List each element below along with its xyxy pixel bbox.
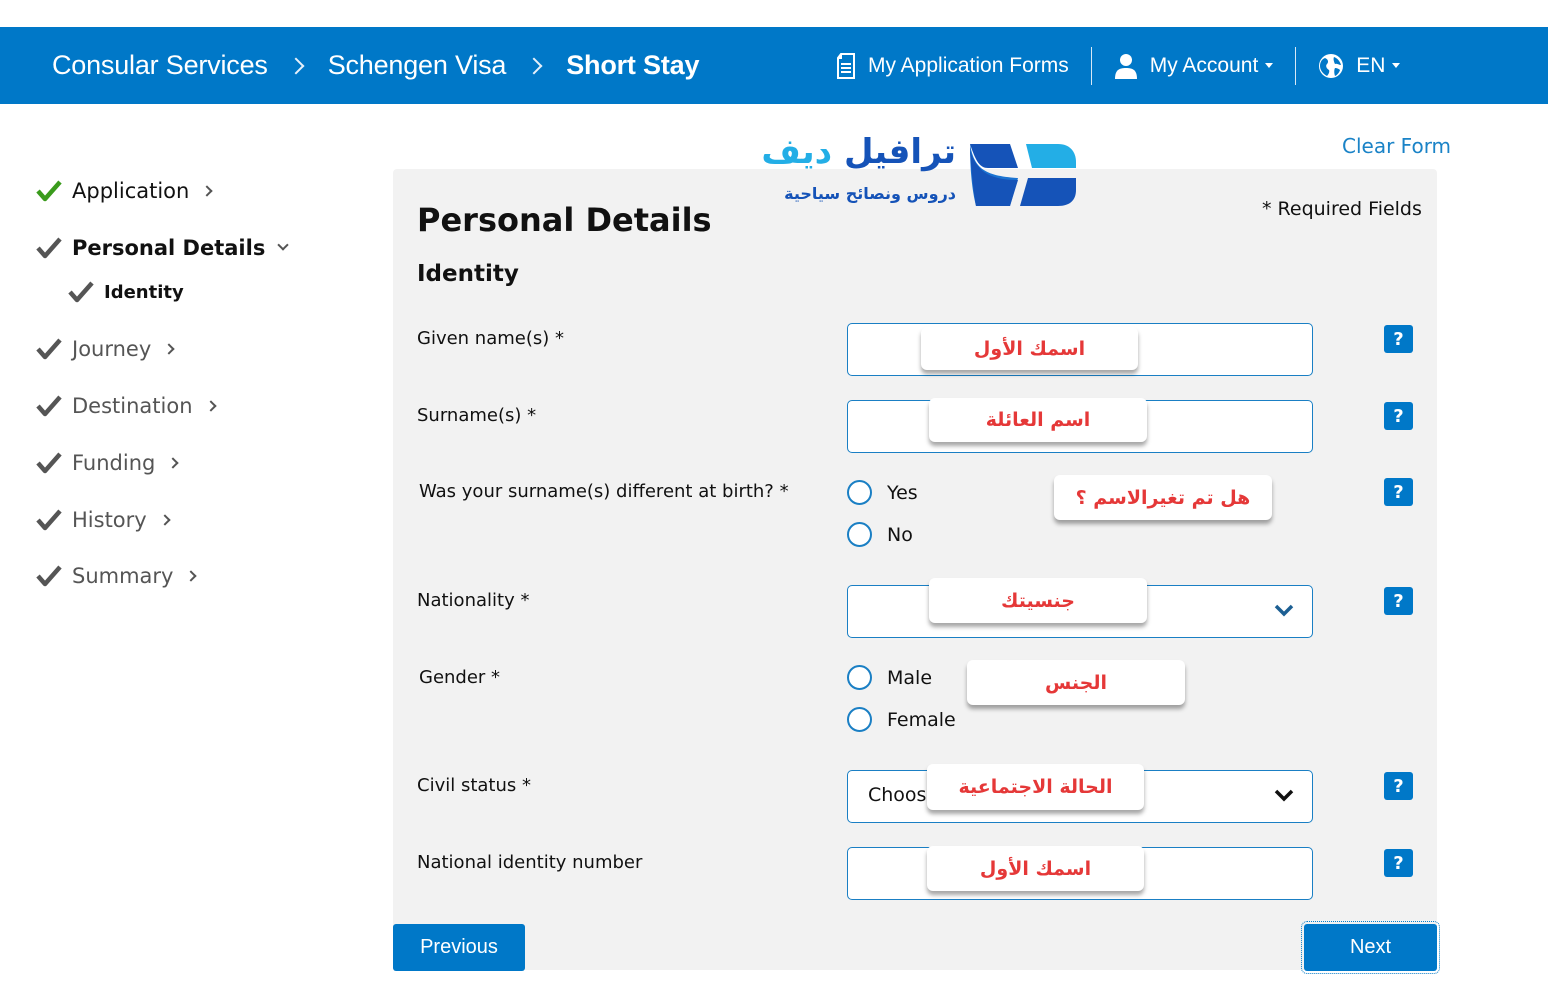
header-nav: My Application Forms My Account EN xyxy=(836,27,1401,104)
chevron-right-icon xyxy=(204,400,217,412)
logo-title: ترافيل ديف xyxy=(761,132,956,172)
sidebar-item-label: Funding xyxy=(72,451,156,475)
my-application-forms-link[interactable]: My Application Forms xyxy=(836,52,1069,79)
chevron-right-icon xyxy=(163,343,175,355)
breadcrumb: Consular Services Schengen Visa Short St… xyxy=(52,27,699,104)
breadcrumb-schengen-visa[interactable]: Schengen Visa xyxy=(328,50,507,81)
sidebar-item-summary[interactable]: Summary xyxy=(36,563,198,589)
sidebar-item-label: Journey xyxy=(72,337,152,361)
surname-at-birth-label: Was your surname(s) different at birth? … xyxy=(419,481,789,502)
sidebar-item-journey[interactable]: Journey xyxy=(36,336,175,362)
gender-label: Gender * xyxy=(419,667,501,688)
given-name-label: Given name(s) * xyxy=(417,328,564,349)
sidebar-item-funding[interactable]: Funding xyxy=(36,450,180,476)
gender-annotation: الجنس xyxy=(967,660,1185,705)
language-selector[interactable]: EN xyxy=(1318,53,1401,79)
breadcrumb-short-stay: Short Stay xyxy=(566,50,700,80)
logo-subtitle: دروس ونصائح سياحية xyxy=(784,184,956,203)
civil-status-label: Civil status * xyxy=(417,775,531,796)
page-title: Personal Details xyxy=(417,201,712,239)
chevron-down-icon xyxy=(277,239,289,251)
globe-icon xyxy=(1318,53,1344,79)
civil-status-annotation: الحالة الاجتماعية xyxy=(927,764,1144,810)
nav-divider xyxy=(1090,46,1092,85)
breadcrumb-separator-icon xyxy=(287,57,305,74)
logo-mark-icon xyxy=(966,140,1078,214)
chevron-down-icon xyxy=(1273,602,1295,622)
nationality-help-button[interactable]: ? xyxy=(1384,587,1413,615)
check-icon xyxy=(36,450,62,476)
travel-dev-logo: ترافيل ديف دروس ونصائح سياحية xyxy=(761,132,1078,214)
national-id-help-button[interactable]: ? xyxy=(1384,849,1413,877)
nationality-annotation: جنسيتك xyxy=(929,578,1147,623)
radio-label: Yes xyxy=(887,481,918,504)
document-icon xyxy=(836,52,856,79)
sidebar-item-destination[interactable]: Destination xyxy=(36,393,217,419)
check-icon xyxy=(36,563,62,589)
civil-status-help-button[interactable]: ? xyxy=(1384,772,1413,800)
sidebar-item-label: History xyxy=(72,508,147,532)
radio-label: No xyxy=(887,523,913,546)
sidebar-item-label: Destination xyxy=(72,394,193,418)
sidebar-item-application[interactable]: Application xyxy=(36,178,214,204)
my-account-menu[interactable]: My Account xyxy=(1114,53,1274,79)
sidebar-subitem-label: Identity xyxy=(104,281,184,303)
national-id-label: National identity number xyxy=(417,852,643,873)
chevron-right-icon xyxy=(201,185,214,197)
check-icon xyxy=(36,393,62,419)
nationality-label: Nationality * xyxy=(417,590,530,611)
radio-button-icon xyxy=(847,665,872,690)
given-name-help-button[interactable]: ? xyxy=(1384,325,1413,353)
previous-button[interactable]: Previous xyxy=(393,924,525,971)
radio-button-icon xyxy=(847,522,872,547)
surname-at-birth-help-button[interactable]: ? xyxy=(1384,478,1413,506)
chevron-right-icon xyxy=(185,570,198,582)
top-navigation-bar: Consular Services Schengen Visa Short St… xyxy=(0,27,1548,104)
check-icon xyxy=(36,507,62,533)
surname-at-birth-annotation: هل تم تغيرالاسم ؟ xyxy=(1054,475,1272,520)
my-application-forms-label: My Application Forms xyxy=(868,53,1069,77)
logo-title-main: ترافيل xyxy=(843,132,956,172)
sidebar-item-label: Summary xyxy=(72,564,174,588)
surname-at-birth-yes-radio[interactable]: Yes xyxy=(847,480,918,505)
national-id-annotation: اسمك الأول xyxy=(927,846,1144,891)
logo-title-accent: ديف xyxy=(761,132,833,172)
sidebar-item-label: Application xyxy=(72,179,190,203)
sidebar-item-history[interactable]: History xyxy=(36,507,171,533)
breadcrumb-consular-services[interactable]: Consular Services xyxy=(52,50,268,81)
chevron-right-icon xyxy=(159,514,171,526)
check-icon xyxy=(36,336,62,362)
my-account-label: My Account xyxy=(1149,53,1259,77)
radio-button-icon xyxy=(847,480,872,505)
given-name-annotation: اسمك الأول xyxy=(921,327,1138,370)
user-icon xyxy=(1114,53,1138,79)
check-icon xyxy=(36,235,62,261)
nav-divider xyxy=(1295,46,1297,85)
gender-male-radio[interactable]: Male xyxy=(847,665,932,690)
required-fields-note: * Required Fields xyxy=(1262,198,1422,220)
sidebar-item-personal-details[interactable]: Personal Details xyxy=(36,235,289,261)
check-icon xyxy=(36,178,62,204)
check-icon xyxy=(68,279,94,305)
surname-help-button[interactable]: ? xyxy=(1384,402,1413,430)
radio-button-icon xyxy=(847,707,872,732)
surname-label: Surname(s) * xyxy=(417,405,537,426)
radio-label: Male xyxy=(887,666,933,689)
radio-label: Female xyxy=(887,708,956,731)
caret-down-icon xyxy=(1265,63,1274,68)
section-title: Identity xyxy=(417,261,519,287)
sidebar-item-label: Personal Details xyxy=(72,236,266,260)
surname-annotation: اسم العائلة xyxy=(929,398,1147,442)
breadcrumb-separator-icon xyxy=(525,57,543,74)
language-label: EN xyxy=(1356,53,1386,77)
sidebar-subitem-identity[interactable]: Identity xyxy=(68,279,184,305)
chevron-right-icon xyxy=(167,457,180,469)
next-button[interactable]: Next xyxy=(1301,921,1440,974)
chevron-down-icon xyxy=(1273,787,1295,807)
gender-female-radio[interactable]: Female xyxy=(847,707,956,732)
clear-form-link[interactable]: Clear Form xyxy=(1342,134,1451,158)
caret-down-icon xyxy=(1392,63,1401,68)
surname-at-birth-no-radio[interactable]: No xyxy=(847,522,913,547)
